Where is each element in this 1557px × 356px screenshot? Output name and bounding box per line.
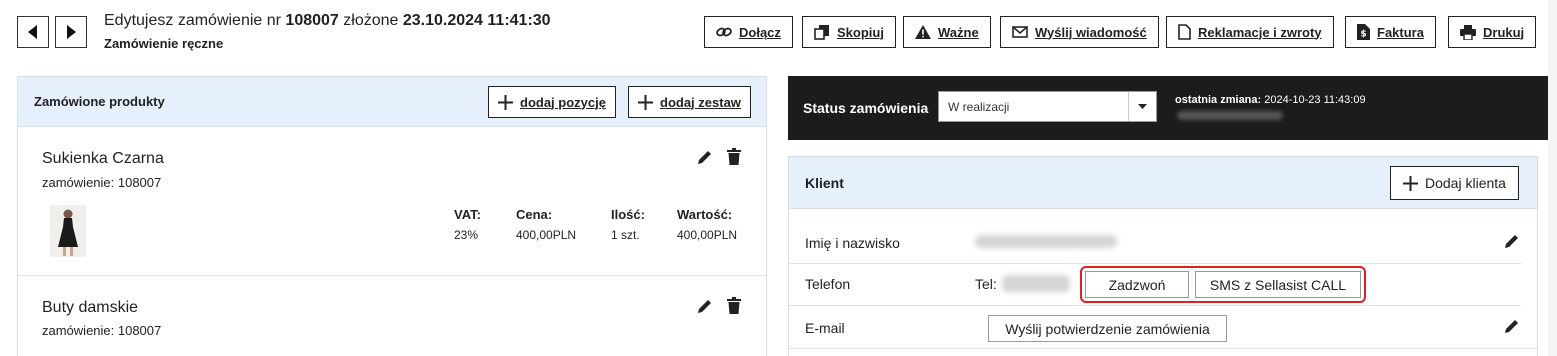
client-panel-header: Klient Dodaj klienta xyxy=(789,157,1537,209)
send-confirmation-button[interactable]: Wyślij potwierdzenie zamówienia xyxy=(988,315,1227,342)
redacted-user xyxy=(1177,111,1283,120)
product-value: 400,00PLN xyxy=(677,228,738,242)
product-price: 400,00PLN xyxy=(516,228,577,242)
important-button[interactable]: Ważne xyxy=(903,16,991,48)
redacted-name xyxy=(975,235,1117,248)
dress-image xyxy=(50,205,86,257)
order-number: 108007 xyxy=(285,12,339,29)
client-divider xyxy=(789,305,1521,306)
print-label: Drukuj xyxy=(1483,24,1525,40)
print-button[interactable]: Drukuj xyxy=(1448,16,1537,48)
sms-sellasist-call-button[interactable]: SMS z Sellasist CALL xyxy=(1195,271,1361,298)
products-panel: Zamówione produkty dodaj pozycję dodaj z… xyxy=(17,76,767,356)
product-name[interactable]: Sukienka Czarna xyxy=(42,150,164,168)
edit-name-button[interactable] xyxy=(1504,233,1520,252)
svg-text:$: $ xyxy=(1360,30,1366,40)
link-icon xyxy=(716,27,732,37)
copy-icon xyxy=(814,25,829,40)
edit-product-button[interactable] xyxy=(697,298,713,317)
copy-label: Skopiuj xyxy=(837,24,884,40)
plus-icon xyxy=(1403,175,1418,191)
pencil-icon xyxy=(1505,235,1518,248)
order-status-bar: Status zamówienia W realizacji ostatnia … xyxy=(788,76,1557,140)
product-order-number: zamówienie: 108007 xyxy=(42,175,162,190)
returns-label: Reklamacje i zwroty xyxy=(1198,24,1322,40)
arrow-right-icon xyxy=(67,25,76,39)
attach-label: Dołącz xyxy=(739,24,781,40)
arrow-left-icon xyxy=(28,25,37,39)
vat-column-header: VAT: xyxy=(454,207,481,222)
copy-button[interactable]: Skopiuj xyxy=(802,16,896,48)
product-name[interactable]: Buty damskie xyxy=(42,299,138,317)
order-datetime: 23.10.2024 11:41:30 xyxy=(402,12,551,29)
edit-product-button[interactable] xyxy=(697,149,713,168)
status-selected-value: W realizacji xyxy=(948,99,1010,114)
add-client-label: Dodaj klienta xyxy=(1425,175,1506,191)
products-panel-title: Zamówione produkty xyxy=(34,94,165,109)
document-icon xyxy=(1178,24,1191,40)
price-column-header: Cena: xyxy=(516,207,553,222)
call-button[interactable]: Zadzwoń xyxy=(1085,271,1189,298)
delete-product-button[interactable] xyxy=(727,297,741,317)
important-label: Ważne xyxy=(938,24,979,40)
page-scrollbar[interactable] xyxy=(1548,0,1557,356)
page-title: Edytujesz zamówienie nr 108007 złożone 2… xyxy=(104,12,551,30)
pencil-icon xyxy=(698,151,711,164)
printer-icon xyxy=(1460,24,1476,40)
returns-button[interactable]: Reklamacje i zwroty xyxy=(1166,16,1334,48)
add-item-label: dodaj pozycję xyxy=(520,94,606,110)
phone-label: Telefon xyxy=(805,276,851,292)
client-divider xyxy=(789,263,1521,264)
pencil-icon xyxy=(1505,320,1518,333)
trash-icon xyxy=(727,148,741,165)
send-message-label: Wyślij wiadomość xyxy=(1035,24,1147,40)
name-label: Imię i nazwisko xyxy=(805,235,900,251)
redacted-phone xyxy=(1002,275,1070,292)
last-change-value: 2024-10-23 11:43:09 xyxy=(1264,94,1366,106)
envelope-icon xyxy=(1012,26,1028,38)
last-change: ostatnia zmiana: 2024-10-23 11:43:09 xyxy=(1175,94,1366,106)
email-label: E-mail xyxy=(805,320,845,336)
edit-email-button[interactable] xyxy=(1504,318,1520,337)
add-set-button[interactable]: dodaj zestaw xyxy=(628,86,751,118)
warning-icon xyxy=(915,25,931,39)
plus-icon xyxy=(498,94,513,110)
next-order-button[interactable] xyxy=(55,16,87,48)
order-subtitle: Zamówienie ręczne xyxy=(104,36,224,51)
product-vat: 23% xyxy=(454,228,479,242)
title-middle: złożone xyxy=(343,12,399,29)
delete-product-button[interactable] xyxy=(727,148,741,168)
value-column-header: Wartość: xyxy=(677,207,733,222)
last-change-label: ostatnia zmiana: xyxy=(1175,94,1262,106)
add-item-button[interactable]: dodaj pozycję xyxy=(488,86,616,118)
products-panel-header: Zamówione produkty dodaj pozycję dodaj z… xyxy=(18,77,766,127)
product-divider xyxy=(18,275,766,276)
status-select[interactable]: W realizacji xyxy=(938,91,1157,122)
client-divider xyxy=(789,348,1537,349)
invoice-button[interactable]: $ Faktura xyxy=(1345,16,1436,48)
prev-order-button[interactable] xyxy=(17,16,49,48)
qty-column-header: Ilość: xyxy=(611,207,645,222)
invoice-label: Faktura xyxy=(1377,24,1424,40)
client-panel-title: Klient xyxy=(805,175,844,191)
add-client-button[interactable]: Dodaj klienta xyxy=(1390,166,1519,200)
plus-icon xyxy=(638,94,653,110)
status-label: Status zamówienia xyxy=(803,100,929,116)
product-qty: 1 szt. xyxy=(611,228,640,242)
product-order-number: zamówienie: 108007 xyxy=(42,323,162,338)
pencil-icon xyxy=(698,300,711,313)
title-prefix: Edytujesz zamówienie nr xyxy=(104,12,281,29)
phone-prefix: Tel: xyxy=(975,276,997,292)
invoice-icon: $ xyxy=(1357,24,1370,40)
attach-button[interactable]: Dołącz xyxy=(704,16,793,48)
client-panel: Klient Dodaj klienta Imię i nazwisko Tel… xyxy=(788,156,1538,356)
trash-icon xyxy=(727,297,741,314)
product-thumbnail[interactable] xyxy=(50,205,86,257)
send-message-button[interactable]: Wyślij wiadomość xyxy=(1000,16,1159,48)
add-set-label: dodaj zestaw xyxy=(660,94,741,110)
chevron-down-icon xyxy=(1128,92,1156,121)
